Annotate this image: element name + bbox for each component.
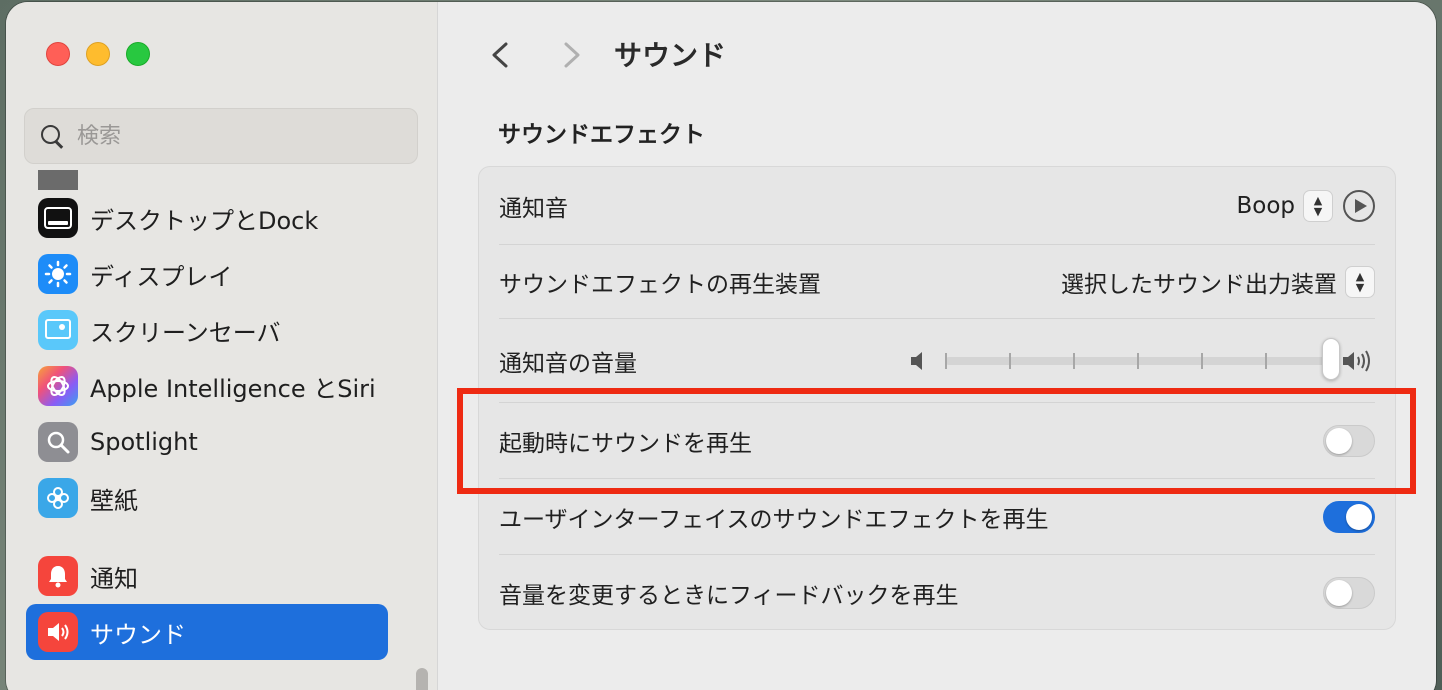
sidebar-item-sound[interactable]: サウンド — [26, 604, 388, 660]
sidebar-item-label: ディスプレイ — [90, 262, 233, 291]
alert-sound-popup-stepper[interactable]: ▲ ▼ — [1303, 189, 1333, 222]
slider-tick — [945, 352, 947, 369]
slider-tick — [1137, 352, 1139, 369]
slider-knob[interactable] — [1322, 337, 1341, 380]
playback-device-value[interactable]: 選択したサウンド出力装置 — [1061, 265, 1337, 299]
row-label: 通知音の音量 — [499, 350, 637, 377]
section-title: サウンドエフェクト — [498, 122, 705, 148]
slider-tick — [1265, 352, 1267, 369]
alert-sound-value[interactable]: Boop — [1236, 193, 1295, 219]
dock-icon — [38, 198, 78, 238]
slider-tick — [1009, 352, 1011, 369]
minimize-button[interactable] — [86, 42, 110, 66]
search-input[interactable] — [77, 123, 377, 149]
sidebar-item-desktop-dock[interactable]: デスクトップとDock — [26, 190, 388, 246]
zoom-button[interactable] — [126, 42, 150, 66]
sidebar-item-spotlight[interactable]: Spotlight — [26, 414, 388, 470]
main-content: サウンド サウンドエフェクト 通知音 Boop ▲ ▼ サウンドエフェクトの再生装… — [438, 2, 1436, 690]
sidebar-item-label: Spotlight — [90, 428, 198, 456]
settings-row-playback-device: サウンドエフェクトの再生装置 選択したサウンド出力装置 ▲ ▼ — [499, 245, 1375, 319]
back-chevron-icon[interactable] — [486, 40, 514, 70]
display-brightness-icon — [38, 254, 78, 294]
spotlight-icon — [38, 422, 78, 462]
speaker-icon — [38, 612, 78, 652]
row-label: サウンドエフェクトの再生装置 — [499, 271, 821, 298]
search-icon — [39, 123, 65, 149]
sidebar-item-label: 壁紙 — [90, 486, 138, 515]
row-label: 音量を変更するときにフィードバックを再生 — [499, 583, 959, 609]
forward-chevron-icon[interactable] — [558, 40, 586, 70]
notification-bell-icon — [38, 556, 78, 596]
startup-sound-toggle[interactable] — [1323, 424, 1375, 457]
playback-device-popup-stepper[interactable]: ▲ ▼ — [1345, 265, 1375, 298]
sidebar-list: デスクトップとDock ディスプレイ スクリーンセーバ Apple Intell… — [26, 170, 388, 660]
chevron-up-icon: ▲ — [1313, 193, 1323, 207]
wallpaper-icon — [38, 478, 78, 518]
volume-feedback-toggle[interactable] — [1323, 577, 1375, 609]
control-center-icon — [38, 170, 78, 190]
chevron-down-icon: ▼ — [1355, 280, 1365, 294]
settings-row-alert-sound: 通知音 Boop ▲ ▼ — [499, 167, 1375, 245]
siri-icon — [38, 366, 78, 406]
sidebar-item-wallpaper[interactable]: 壁紙 — [26, 470, 388, 526]
row-label: ユーザインターフェイスのサウンドエフェクトを再生 — [499, 506, 1049, 533]
window-controls — [46, 42, 150, 66]
sidebar-item-label: 通知 — [90, 564, 138, 593]
close-button[interactable] — [46, 42, 70, 66]
row-label: 起動時にサウンドを再生 — [499, 430, 752, 457]
settings-row-ui-sound-effects: ユーザインターフェイスのサウンドエフェクトを再生 — [499, 479, 1375, 555]
sidebar-item-label: デスクトップとDock — [90, 206, 319, 235]
sidebar-scrollbar[interactable] — [416, 668, 428, 690]
page-title: サウンド — [614, 39, 727, 72]
sidebar-item-label: スクリーンセーバ — [90, 318, 281, 347]
settings-row-startup-sound: 起動時にサウンドを再生 — [499, 403, 1375, 479]
sidebar-item-screensaver[interactable]: スクリーンセーバ — [26, 302, 388, 358]
row-label: 通知音 — [499, 195, 568, 222]
play-preview-icon[interactable] — [1343, 189, 1375, 222]
sidebar-item-notifications[interactable]: 通知 — [26, 548, 388, 604]
slider-tick — [1201, 352, 1203, 369]
slider-tick — [1073, 352, 1075, 369]
sidebar-separator — [26, 526, 388, 548]
sidebar-item-partial[interactable] — [26, 170, 388, 190]
speaker-low-icon — [911, 351, 922, 370]
sidebar-item-label: Apple Intelligence とSiri — [90, 374, 376, 403]
search-field[interactable] — [24, 108, 418, 164]
chevron-down-icon: ▼ — [1313, 204, 1323, 218]
screensaver-icon — [38, 310, 78, 350]
alert-volume-slider[interactable] — [945, 337, 1341, 380]
settings-row-volume-feedback: 音量を変更するときにフィードバックを再生 — [499, 555, 1375, 631]
settings-row-alert-volume: 通知音の音量 — [499, 319, 1375, 403]
sidebar: デスクトップとDock ディスプレイ スクリーンセーバ Apple Intell… — [6, 2, 438, 690]
sidebar-item-apple-intelligence-siri[interactable]: Apple Intelligence とSiri — [26, 358, 388, 414]
chevron-up-icon: ▲ — [1355, 269, 1365, 283]
ui-sound-effects-toggle[interactable] — [1323, 500, 1375, 533]
sound-effects-panel: 通知音 Boop ▲ ▼ サウンドエフェクトの再生装置 選択したサウンド出力装置 … — [478, 166, 1396, 630]
sidebar-item-display[interactable]: ディスプレイ — [26, 246, 388, 302]
system-settings-window: デスクトップとDock ディスプレイ スクリーンセーバ Apple Intell… — [6, 2, 1436, 690]
speaker-high-icon — [1343, 349, 1370, 372]
sidebar-item-label: サウンド — [90, 620, 186, 649]
